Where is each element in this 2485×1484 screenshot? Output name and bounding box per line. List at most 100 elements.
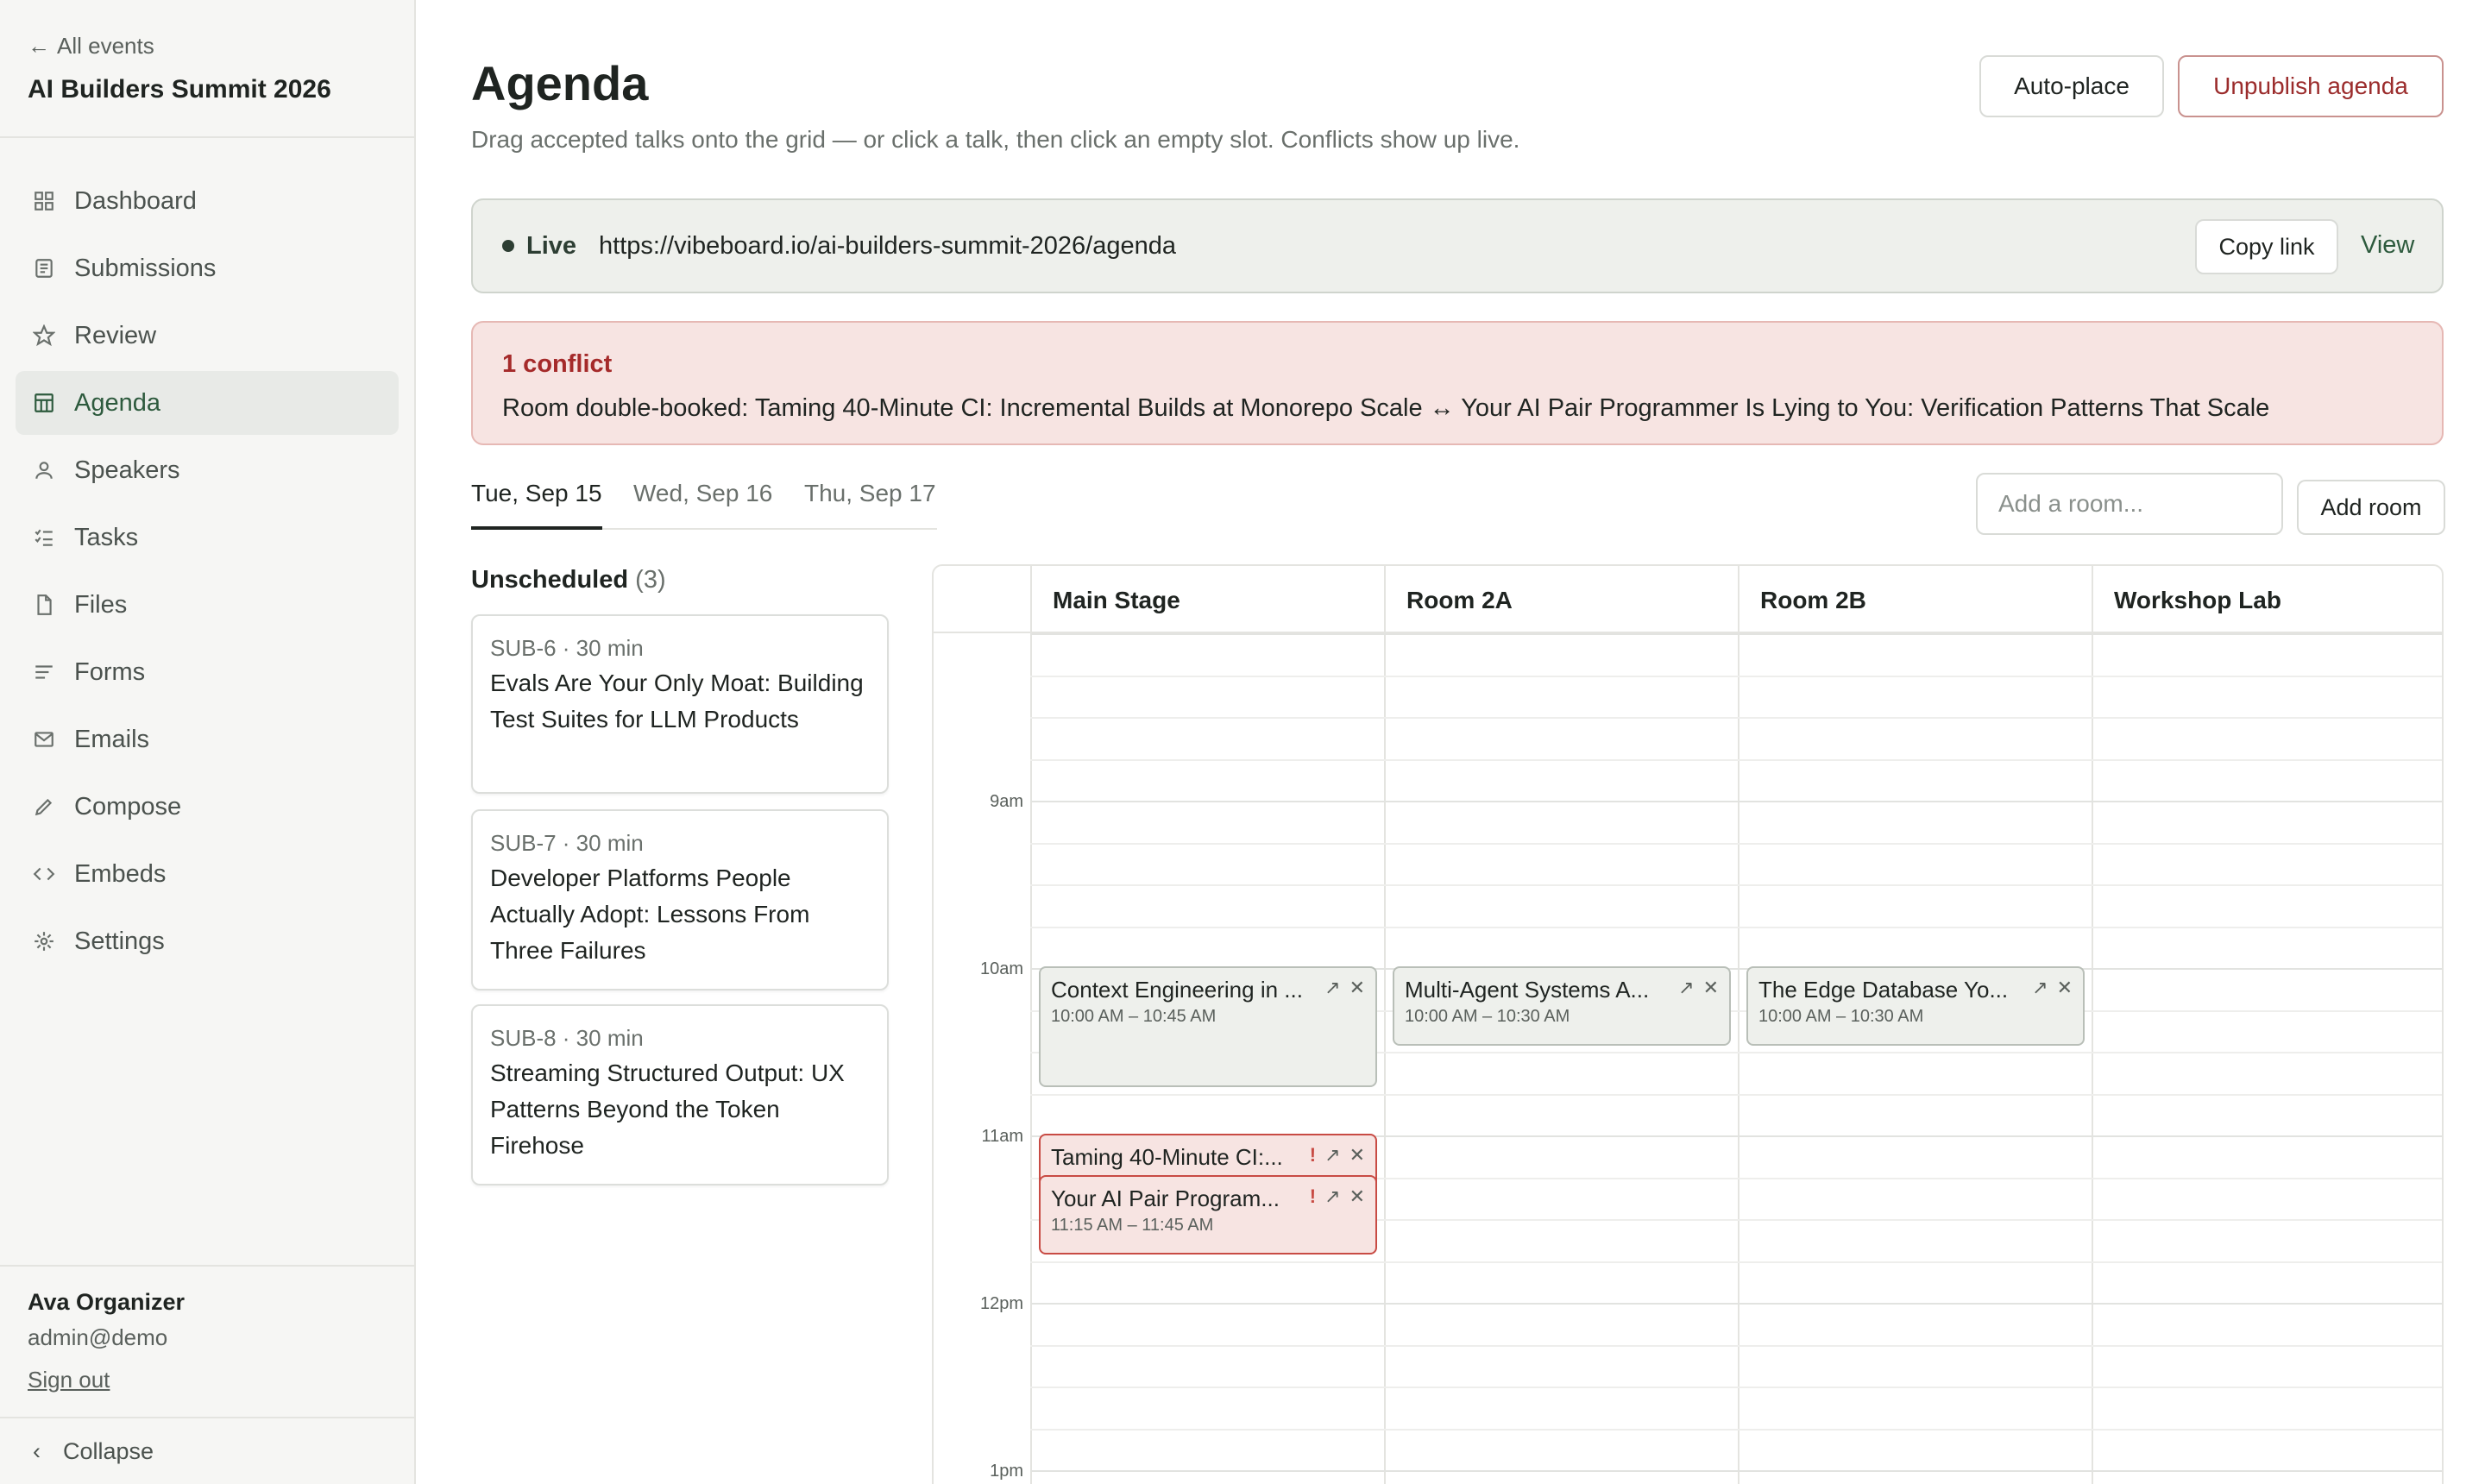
sidebar-item-label: Speakers [74, 456, 180, 484]
session-actions: ↗ ✕ [2032, 977, 2073, 999]
sidebar-item-agenda[interactable]: Agenda [16, 371, 399, 435]
public-agenda-url: https://vibeboard.io/ai-builders-summit-… [599, 231, 1177, 260]
sidebar-item-tasks[interactable]: Tasks [16, 506, 399, 569]
grid-row-line [1030, 801, 2442, 802]
pencil-icon [33, 795, 55, 818]
user-panel: Ava Organizer admin@demo Sign out [0, 1265, 414, 1417]
sidebar-item-forms[interactable]: Forms [16, 640, 399, 704]
day-tabs: Tue, Sep 15 Wed, Sep 16 Thu, Sep 17 [471, 480, 937, 530]
file-icon [33, 594, 55, 616]
talk-title: Streaming Structured Output: UX Patterns… [490, 1060, 845, 1159]
session-time: 10:00 AM – 10:30 AM [1405, 1007, 1570, 1026]
live-label: Live [526, 231, 577, 260]
tab-thu-sep-17[interactable]: Thu, Sep 17 [804, 480, 936, 530]
view-link[interactable]: View [2361, 231, 2414, 260]
grid-row-line [1030, 1470, 2442, 1472]
conflicting-session[interactable]: Your AI Pair Program... 11:15 AM – 11:45… [1039, 1175, 1377, 1254]
sidebar-item-review[interactable]: Review [16, 304, 399, 368]
scheduled-session[interactable]: Context Engineering in ... 10:00 AM – 10… [1039, 966, 1377, 1087]
auto-place-button[interactable]: Auto-place [1979, 55, 2164, 117]
grid-row-line [1030, 926, 2442, 928]
sidebar-header: ← All events AI Builders Summit 2026 [0, 0, 414, 138]
tab-tue-sep-15[interactable]: Tue, Sep 15 [471, 480, 602, 530]
page-subtitle: Drag accepted talks onto the grid — or c… [471, 126, 1520, 153]
close-icon[interactable]: ✕ [1349, 1144, 1365, 1166]
room-header-main-stage: Main Stage [1053, 587, 1180, 613]
close-icon[interactable]: ✕ [1349, 1185, 1365, 1208]
close-icon[interactable]: ✕ [1349, 977, 1365, 999]
user-icon [33, 459, 55, 481]
hour-label: 1pm [990, 1462, 1023, 1481]
talk-title: Developer Platforms People Actually Adop… [490, 865, 810, 964]
sidebar-item-label: Compose [74, 792, 182, 821]
open-external-icon[interactable]: ↗ [1324, 977, 1340, 999]
grid-row-line [1030, 842, 2442, 845]
sidebar: ← All events AI Builders Summit 2026 Das… [0, 0, 416, 1484]
warning-icon: ! [1309, 1144, 1317, 1166]
sidebar-item-compose[interactable]: Compose [16, 775, 399, 839]
scheduled-session[interactable]: The Edge Database Yo... 10:00 AM – 10:30… [1746, 966, 2085, 1046]
close-icon[interactable]: ✕ [2057, 977, 2073, 999]
room-header-room-2a: Room 2A [1406, 587, 1513, 613]
collapse-label: Collapse [63, 1437, 154, 1464]
sidebar-item-emails[interactable]: Emails [16, 707, 399, 771]
grid-row-line [1030, 675, 2442, 677]
open-external-icon[interactable]: ↗ [1324, 1144, 1340, 1166]
scheduled-session[interactable]: Multi-Agent Systems A... 10:00 AM – 10:3… [1393, 966, 1731, 1046]
unscheduled-heading: Unscheduled (3) [471, 566, 666, 594]
warning-icon: ! [1309, 1185, 1317, 1207]
dashboard-icon [33, 190, 55, 212]
back-link-label: All events [57, 33, 154, 59]
code-icon [33, 863, 55, 885]
unscheduled-talk-card[interactable]: SUB-6 · 30 min Evals Are Your Only Moat:… [471, 614, 889, 794]
sidebar-item-settings[interactable]: Settings [16, 909, 399, 973]
sidebar-item-dashboard[interactable]: Dashboard [16, 169, 399, 233]
session-actions: ↗ ✕ [1678, 977, 1719, 999]
sidebar-item-label: Files [74, 590, 128, 619]
unpublish-agenda-button[interactable]: Unpublish agenda [2178, 55, 2444, 117]
add-room-input[interactable] [1976, 473, 2283, 535]
hour-label: 10am [979, 959, 1023, 978]
live-status-bar: Live https://vibeboard.io/ai-builders-su… [471, 198, 2444, 293]
close-icon[interactable]: ✕ [1703, 977, 1719, 999]
open-external-icon[interactable]: ↗ [1324, 1185, 1340, 1208]
sidebar-item-files[interactable]: Files [16, 573, 399, 637]
hour-label: 11am [981, 1127, 1023, 1146]
grid-row-line [1030, 1303, 2442, 1305]
copy-link-button[interactable]: Copy link [2195, 219, 2338, 274]
unscheduled-talk-card[interactable]: SUB-7 · 30 min Developer Platforms Peopl… [471, 809, 889, 990]
back-to-events-link[interactable]: ← All events [28, 33, 387, 60]
grid-row-line [1030, 717, 2442, 719]
unscheduled-talk-card[interactable]: SUB-8 · 30 min Streaming Structured Outp… [471, 1004, 889, 1185]
sidebar-item-label: Submissions [74, 254, 217, 282]
sidebar-item-label: Settings [74, 927, 165, 955]
talk-meta: SUB-7 · 30 min [490, 830, 644, 856]
hour-label: 12pm [979, 1294, 1023, 1313]
sidebar-item-speakers[interactable]: Speakers [16, 438, 399, 502]
session-time: 10:00 AM – 10:45 AM [1051, 1007, 1217, 1026]
tab-wed-sep-16[interactable]: Wed, Sep 16 [633, 480, 772, 530]
collapse-sidebar-button[interactable]: ‹ Collapse [0, 1417, 414, 1484]
sidebar-item-label: Review [74, 321, 157, 349]
schedule-grid: Main Stage Room 2A Room 2B Workshop Lab … [932, 564, 2444, 1484]
sidebar-item-label: Tasks [74, 523, 139, 551]
form-icon [33, 661, 55, 683]
sidebar-item-label: Dashboard [74, 186, 197, 215]
session-time: 11:15 AM – 11:45 AM [1051, 1216, 1214, 1235]
table-icon [33, 392, 55, 414]
open-external-icon[interactable]: ↗ [2032, 977, 2048, 999]
sidebar-item-submissions[interactable]: Submissions [16, 236, 399, 300]
conflict-count: 1 conflict [502, 350, 613, 378]
session-title: Multi-Agent Systems A... [1405, 977, 1650, 1003]
event-name: AI Builders Summit 2026 [28, 75, 331, 104]
session-actions: ! ↗ ✕ [1310, 1144, 1365, 1166]
grid-row-line [1030, 1344, 2442, 1347]
hour-label: 9am [990, 792, 1023, 811]
open-external-icon[interactable]: ↗ [1678, 977, 1694, 999]
sign-out-link[interactable]: Sign out [28, 1367, 110, 1393]
room-header-room-2b: Room 2B [1760, 587, 1866, 613]
sidebar-item-embeds[interactable]: Embeds [16, 842, 399, 906]
add-room-button[interactable]: Add room [2297, 480, 2445, 535]
document-icon [33, 257, 55, 280]
mail-icon [33, 728, 55, 751]
